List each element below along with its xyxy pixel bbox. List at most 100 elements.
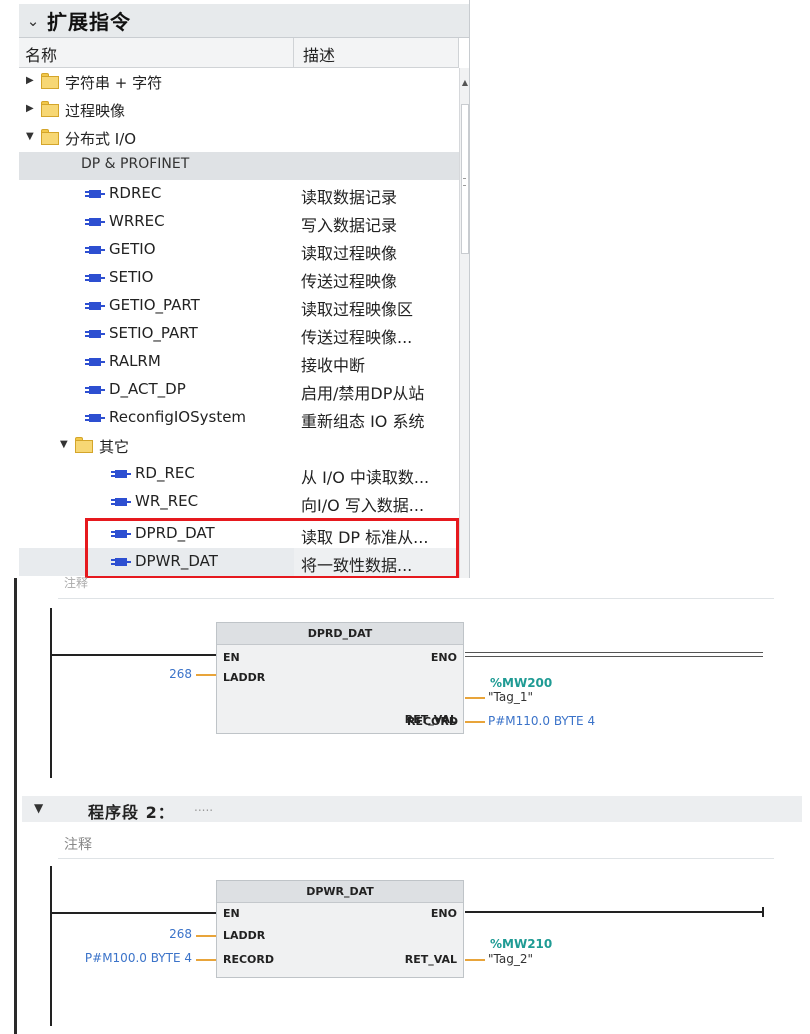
en-pin[interactable]: EN: [223, 907, 240, 920]
function-block-icon: [85, 273, 105, 283]
instruction-tree-panel: ⌄ 扩展指令 名称 描述 ▶ 字符串 + 字符 ▶ 过程映像 ▼ 分布式 I/O…: [19, 0, 470, 578]
en-pin[interactable]: EN: [223, 651, 240, 664]
wire-end: [762, 907, 764, 917]
eno-pin[interactable]: ENO: [431, 907, 457, 920]
en-wire: [52, 654, 217, 656]
eno-wire: [465, 652, 763, 653]
laddr-value[interactable]: 268: [130, 927, 192, 941]
tree-item-ralrm[interactable]: RALRM 接收中断: [19, 348, 459, 376]
function-block-icon: [85, 245, 105, 255]
column-headers: 名称 描述: [19, 38, 459, 68]
editor-left-border: [14, 578, 17, 1034]
tree-item-reconfigiosystem[interactable]: ReconfigIOSystem 重新组态 IO 系统: [19, 404, 459, 432]
network-title-placeholder[interactable]: .....: [194, 800, 213, 814]
power-rail: [50, 866, 52, 1026]
tree-item-wrrec[interactable]: WRREC 写入数据记录: [19, 208, 459, 236]
tree-item-name: RD_REC: [135, 464, 195, 482]
folder-icon: [75, 437, 93, 453]
tree-item-description: 读取过程映像区: [301, 300, 414, 319]
tree-item-description: 传送过程映像: [301, 272, 398, 291]
tree-item-getio[interactable]: GETIO 读取过程映像: [19, 236, 459, 264]
tree-folder-process-image[interactable]: ▶ 过程映像: [19, 96, 459, 124]
tree-header[interactable]: ⌄ 扩展指令: [19, 4, 469, 38]
function-block-icon: [85, 329, 105, 339]
tree-folder-label: 其它: [99, 438, 130, 456]
dpwr-dat-block[interactable]: DPWR_DAT EN ENO LADDR RECORD RET_VAL: [216, 880, 464, 978]
function-block-icon: [85, 357, 105, 367]
network-comment[interactable]: 注释: [64, 834, 92, 854]
tree-title: 扩展指令: [47, 10, 131, 34]
tree-item-description: 向I/O 写入数据...: [301, 496, 425, 515]
tree-item-setio[interactable]: SETIO 传送过程映像: [19, 264, 459, 292]
chevron-down-icon[interactable]: ⌄: [19, 12, 47, 30]
record-pin[interactable]: RECORD: [223, 953, 274, 966]
network-2-header[interactable]: ▼ 程序段 2： .....: [22, 796, 802, 822]
expand-down-icon[interactable]: ▼: [26, 131, 36, 143]
tree-item-description: 读取过程映像: [301, 244, 398, 263]
tree-item-setio-part[interactable]: SETIO_PART 传送过程映像...: [19, 320, 459, 348]
vertical-scrollbar[interactable]: ▲: [459, 68, 469, 578]
tree-item-d-act-dp[interactable]: D_ACT_DP 启用/禁用DP从站: [19, 376, 459, 404]
network-title: 程序段 2：: [88, 803, 175, 822]
tree-group-dp-profinet[interactable]: DP & PROFINET: [19, 152, 459, 180]
tree-folder-string[interactable]: ▶ 字符串 + 字符: [19, 68, 459, 96]
function-block-icon: [85, 413, 105, 423]
folder-icon: [41, 73, 59, 89]
laddr-pin[interactable]: LADDR: [223, 671, 265, 684]
column-divider[interactable]: [293, 38, 294, 68]
folder-icon: [41, 129, 59, 145]
scroll-up-icon[interactable]: ▲: [460, 70, 469, 96]
tree-item-name: SETIO: [109, 268, 154, 286]
en-wire: [52, 912, 217, 914]
laddr-value[interactable]: 268: [130, 667, 192, 681]
eno-wire: [465, 911, 763, 913]
ret-val-pin[interactable]: RET_VAL: [405, 953, 457, 966]
function-block-icon: [85, 217, 105, 227]
record-wire: [196, 959, 216, 961]
expand-right-icon[interactable]: ▶: [26, 75, 36, 87]
tree-item-name: WRREC: [109, 212, 165, 230]
collapse-icon[interactable]: ▼: [34, 801, 43, 815]
tree-item-name: WR_REC: [135, 492, 199, 510]
tree-item-name: RALRM: [109, 352, 161, 370]
tree-item-description: 从 I/O 中读取数...: [301, 468, 430, 487]
ladder-editor: 注释 DPRD_DAT EN ENO LADDR RET_VAL 268 %MW…: [0, 576, 810, 1034]
column-header-name[interactable]: 名称: [25, 42, 57, 66]
ret-val-tag[interactable]: "Tag_1": [488, 690, 533, 704]
record-pin[interactable]: RECORD: [380, 715, 458, 728]
record-value[interactable]: P#M110.0 BYTE 4: [488, 714, 595, 728]
tree-item-rd-rec[interactable]: RD_REC 从 I/O 中读取数...: [19, 460, 459, 488]
eno-pin[interactable]: ENO: [431, 651, 457, 664]
tree-item-description: 写入数据记录: [301, 216, 398, 235]
tree-item-description: 重新组态 IO 系统: [301, 412, 425, 431]
record-value[interactable]: P#M100.0 BYTE 4: [60, 951, 192, 965]
tree-item-getio-part[interactable]: GETIO_PART 读取过程映像区: [19, 292, 459, 320]
record-wire: [465, 721, 485, 723]
tree-item-description: 读取数据记录: [301, 188, 398, 207]
ret-val-tag[interactable]: "Tag_2": [488, 952, 533, 966]
power-rail: [50, 608, 52, 778]
tree-folder-label: 分布式 I/O: [65, 130, 137, 148]
network-comment[interactable]: 注释: [64, 574, 88, 591]
tree-folder-others[interactable]: ▼ 其它: [19, 432, 459, 460]
tree-item-description: 传送过程映像...: [301, 328, 413, 347]
tree-folder-distributed-io[interactable]: ▼ 分布式 I/O: [19, 124, 459, 152]
function-block-icon: [111, 497, 131, 507]
function-block-icon: [85, 385, 105, 395]
laddr-pin[interactable]: LADDR: [223, 929, 265, 942]
ret-val-address[interactable]: %MW210: [490, 937, 552, 951]
function-block-icon: [85, 189, 105, 199]
ret-val-address[interactable]: %MW200: [490, 676, 552, 690]
tree-item-description: 启用/禁用DP从站: [301, 384, 425, 403]
column-header-description[interactable]: 描述: [303, 42, 335, 66]
tree-item-wr-rec[interactable]: WR_REC 向I/O 写入数据...: [19, 488, 459, 516]
column-divider: [458, 38, 459, 68]
function-block-icon: [111, 469, 131, 479]
expand-down-icon[interactable]: ▼: [60, 439, 70, 451]
tree-item-name: ReconfigIOSystem: [109, 408, 247, 426]
tree-item-rdrec[interactable]: RDREC 读取数据记录: [19, 180, 459, 208]
highlight-box: [85, 518, 459, 578]
block-title: DPWR_DAT: [217, 881, 463, 903]
ret-val-wire: [465, 697, 485, 699]
expand-right-icon[interactable]: ▶: [26, 103, 36, 115]
